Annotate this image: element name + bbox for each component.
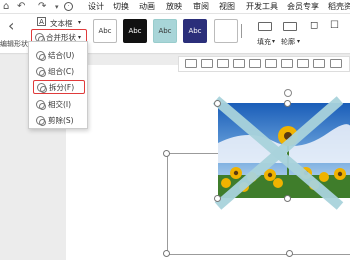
align-center-icon[interactable] [201,59,213,68]
rotate-handle-icon[interactable] [284,89,292,97]
menu-item-subtract[interactable]: 剪除(S) [33,113,85,127]
style-black[interactable]: Abc [123,19,147,43]
more-icon[interactable]: · [64,2,73,11]
text-box-dropdown-icon[interactable]: ▾ [78,19,81,26]
resize-handle[interactable] [214,195,221,202]
edit-shape-label[interactable]: 编辑形状 [0,39,28,49]
tab-review[interactable]: 审阅 [193,1,209,12]
text-box-icon[interactable]: A [37,17,46,26]
menu-item-intersect[interactable]: 相交(I) [33,97,85,111]
resize-handle[interactable] [163,150,170,157]
menu-item-combine[interactable]: 组合(C) [33,64,85,78]
format-painter-icon[interactable]: ☐ [330,20,339,31]
union-icon [36,50,46,61]
tab-animation[interactable]: 动画 [139,1,155,12]
tab-developer[interactable]: 开发工具 [246,1,278,12]
style-white[interactable]: Abc [93,19,117,43]
tab-transition[interactable]: 切换 [113,1,129,12]
align-middle-icon[interactable] [249,59,261,68]
style-navy[interactable]: Abc [183,19,207,43]
fill-button[interactable]: 填充 [257,37,271,47]
combine-icon [36,66,46,77]
style-teal[interactable]: Abc [153,19,177,43]
outline-dropdown-icon[interactable]: ▾ [297,38,300,45]
menu-item-union[interactable]: 结合(U) [33,48,85,62]
menu-item-label: 剪除(S) [48,115,74,125]
distribute-horizontal-icon[interactable] [281,59,293,68]
tab-view[interactable]: 视图 [219,1,235,12]
resize-handle[interactable] [214,100,221,107]
fill-dropdown-icon[interactable]: ▾ [272,38,275,45]
merge-shape-menu: 结合(U) 组合(C) 拆分(F) 相交(I) 剪除(S) [28,41,88,129]
menu-item-label: 相交(I) [48,99,72,109]
tab-design[interactable]: 设计 [88,1,104,12]
shape-effects-icon[interactable]: ◻ [310,20,318,31]
redo-icon[interactable]: ↷ [38,1,46,12]
tab-slideshow[interactable]: 放映 [166,1,182,12]
outline-button[interactable]: 轮廓 [281,37,295,47]
menu-item-fragment[interactable]: 拆分(F) [33,80,85,94]
intersect-icon [36,99,46,110]
app-icon: ⌂ [3,1,10,12]
quick-access-dropdown-icon[interactable]: ▾ [55,3,59,11]
chevron-down-icon: ▾ [78,33,82,41]
align-top-icon[interactable] [233,59,245,68]
fill-icon[interactable] [258,22,272,31]
text-box-button[interactable]: 文本框 [50,18,73,29]
resize-handle[interactable] [163,250,170,257]
tab-docer[interactable]: 稻壳资 [328,1,350,12]
align-right-icon[interactable] [217,59,229,68]
style-empty[interactable] [214,19,238,43]
align-bottom-icon[interactable] [265,59,277,68]
align-more-icon[interactable] [313,59,325,68]
undo-icon[interactable]: ↶ [17,1,25,12]
menu-item-label: 拆分(F) [49,82,75,92]
tab-member[interactable]: 会员专享 [287,1,319,12]
align-settings-icon[interactable] [330,59,342,68]
outline-icon[interactable] [283,22,297,31]
menu-item-label: 结合(U) [48,50,75,60]
menu-item-label: 组合(C) [48,66,75,76]
resize-handle[interactable] [284,195,291,202]
subtract-icon [36,115,46,126]
align-left-icon[interactable] [185,59,197,68]
distribute-vertical-icon[interactable] [297,59,309,68]
resize-handle[interactable] [286,250,293,257]
x-shape[interactable] [208,92,350,212]
style-scroll-icon[interactable] [241,24,243,38]
edit-shape-icon[interactable]: ‹ [8,16,14,35]
resize-handle[interactable] [284,100,291,107]
fragment-icon [37,82,47,93]
